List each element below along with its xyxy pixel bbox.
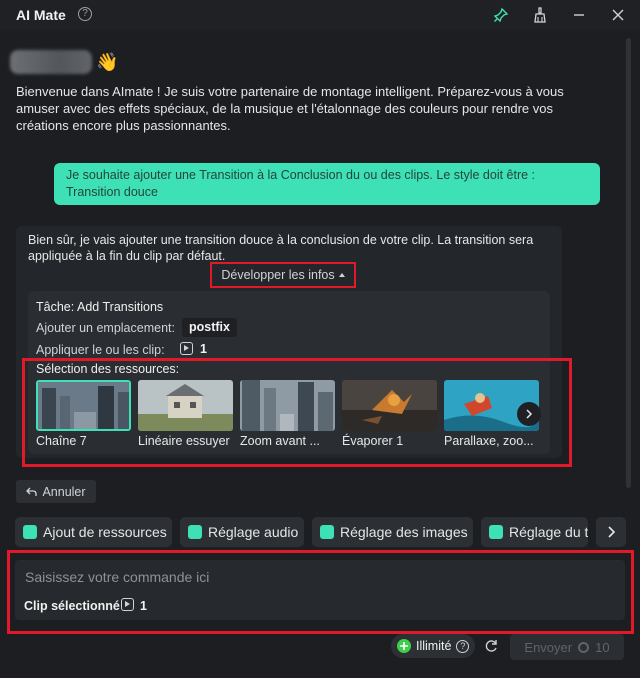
selected-clip-label: Clip sélectionné bbox=[24, 599, 120, 613]
send-cost: 10 bbox=[595, 639, 610, 655]
refresh-icon[interactable] bbox=[483, 638, 499, 654]
resource-name-3: Zoom avant ... bbox=[240, 434, 320, 448]
close-icon[interactable] bbox=[607, 4, 629, 26]
title-bar: AI Mate ? bbox=[0, 0, 640, 30]
cancel-button[interactable]: Annuler bbox=[16, 480, 96, 503]
resource-thumbnail-3[interactable] bbox=[240, 380, 335, 431]
pin-icon[interactable] bbox=[490, 4, 512, 26]
resource-name-2: Linéaire essuyer bbox=[138, 434, 230, 448]
develop-info-label: Développer les infos bbox=[221, 268, 335, 282]
wave-emoji: 👋 bbox=[96, 52, 119, 72]
more-actions-button[interactable] bbox=[596, 517, 626, 547]
resources-title: Sélection des ressources: bbox=[36, 362, 180, 376]
app-title: AI Mate bbox=[16, 7, 66, 23]
help-icon[interactable]: ? bbox=[78, 7, 92, 21]
plan-badge[interactable]: Illimité ? bbox=[391, 634, 476, 658]
credit-icon bbox=[578, 641, 590, 653]
resource-name-5: Parallaxe, zoo... bbox=[444, 434, 534, 448]
audio-settings-button[interactable]: Réglage audio bbox=[180, 517, 304, 547]
send-button[interactable]: Envoyer 10 bbox=[510, 634, 624, 660]
bot-reply-text: Bien sûr, je vais ajouter une transition… bbox=[28, 233, 534, 263]
resource-thumbnail-1[interactable] bbox=[36, 380, 131, 431]
plus-icon bbox=[397, 639, 411, 653]
help-icon[interactable]: ? bbox=[456, 639, 470, 653]
apply-count: 1 bbox=[200, 342, 207, 356]
image-settings-label: Réglage des images bbox=[340, 524, 468, 540]
blurred-username bbox=[10, 50, 92, 74]
image-icon bbox=[320, 525, 334, 539]
welcome-message: Bienvenue dans AImate ! Je suis votre pa… bbox=[16, 84, 564, 133]
cancel-label: Annuler bbox=[42, 484, 86, 499]
undo-icon bbox=[26, 487, 38, 496]
develop-info-button[interactable]: Développer les infos bbox=[210, 262, 356, 288]
add-resources-button[interactable]: Ajout de ressources bbox=[15, 517, 172, 547]
audio-settings-label: Réglage audio bbox=[208, 524, 299, 540]
caret-up-icon bbox=[338, 273, 345, 277]
text-settings-button[interactable]: Réglage du t bbox=[481, 517, 588, 547]
text-icon bbox=[489, 525, 503, 539]
clip-icon bbox=[121, 598, 134, 611]
resource-name-1: Chaîne 7 bbox=[36, 434, 87, 448]
chevron-right-icon bbox=[608, 526, 616, 538]
task-label: Tâche: Add Transitions bbox=[36, 300, 164, 314]
resources-next-button[interactable] bbox=[517, 402, 541, 426]
chat-scrollbar[interactable] bbox=[626, 38, 631, 488]
resources-icon bbox=[23, 525, 37, 539]
resource-thumbnail-4[interactable] bbox=[342, 380, 437, 431]
resource-name-4: Évaporer 1 bbox=[342, 434, 404, 448]
audio-icon bbox=[188, 525, 202, 539]
apply-label: Appliquer le ou les clip: bbox=[36, 343, 165, 357]
minimize-icon[interactable] bbox=[568, 4, 590, 26]
send-label: Envoyer bbox=[524, 639, 573, 655]
command-input[interactable] bbox=[25, 567, 585, 587]
resource-thumbnail-2[interactable] bbox=[138, 380, 233, 431]
chevron-right-icon bbox=[526, 409, 533, 419]
user-message: Je souhaite ajouter une Transition à la … bbox=[54, 163, 600, 205]
add-resources-label: Ajout de ressources bbox=[43, 524, 167, 540]
clip-icon bbox=[180, 342, 193, 355]
image-settings-button[interactable]: Réglage des images bbox=[312, 517, 473, 547]
selected-clip-count: 1 bbox=[140, 599, 147, 613]
placement-value: postfix bbox=[182, 318, 237, 337]
broom-icon[interactable] bbox=[529, 4, 551, 26]
text-settings-label: Réglage du t bbox=[509, 524, 588, 540]
plan-label: Illimité bbox=[416, 639, 452, 653]
placement-label: Ajouter un emplacement: bbox=[36, 321, 175, 335]
